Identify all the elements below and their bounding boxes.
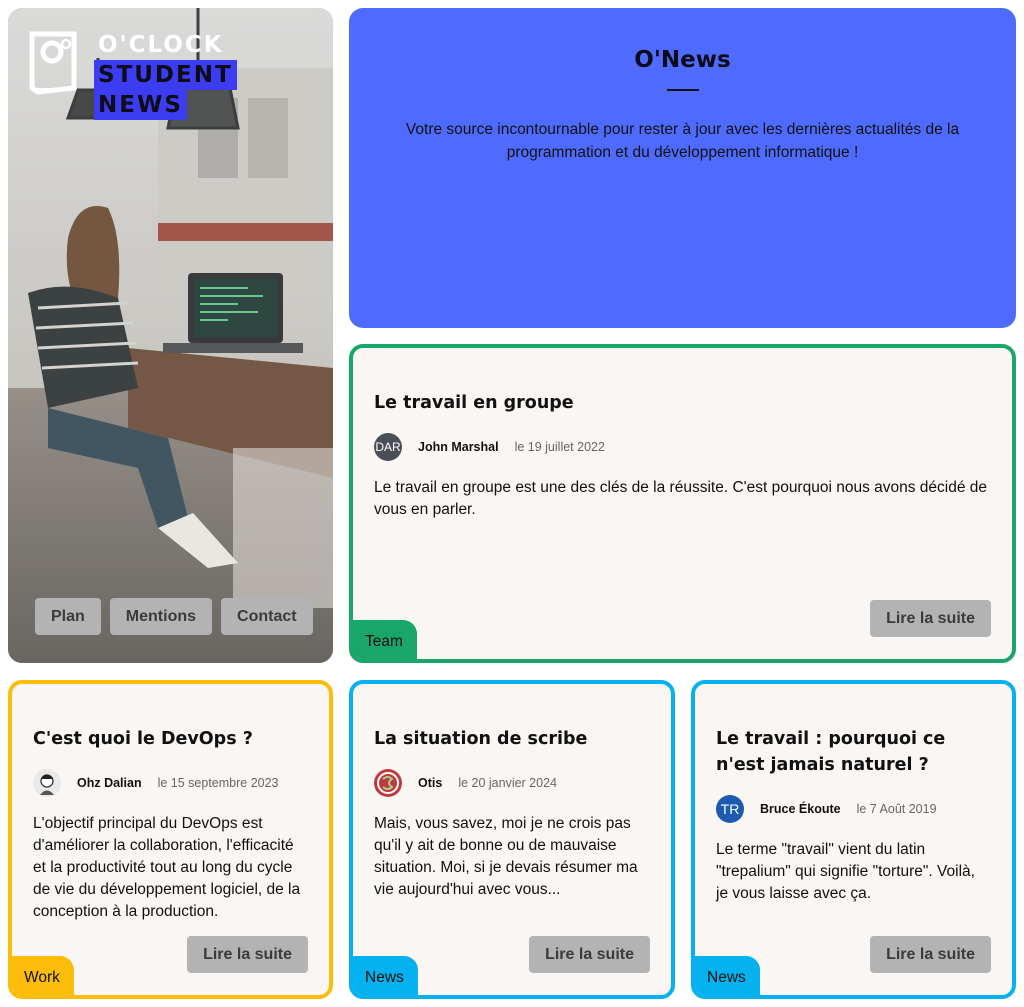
avatar-illustration-icon bbox=[377, 772, 399, 794]
main-nav: Plan Mentions Contact bbox=[35, 598, 313, 635]
article-title[interactable]: C'est quoi le DevOps ? bbox=[33, 726, 308, 752]
article-card: La situation de scribe Otis le 20 janvie… bbox=[349, 680, 675, 999]
title-divider bbox=[666, 89, 699, 91]
article-title[interactable]: La situation de scribe bbox=[374, 726, 650, 752]
oclock-logo-icon bbox=[29, 31, 77, 95]
article-title[interactable]: Le travail : pourquoi ce n'est jamais na… bbox=[716, 726, 991, 778]
read-more-button[interactable]: Lire la suite bbox=[187, 936, 308, 973]
category-tag[interactable]: Work bbox=[12, 956, 74, 995]
page-description: Votre source incontournable pour rester … bbox=[405, 121, 960, 161]
nav-mentions-button[interactable]: Mentions bbox=[109, 598, 213, 635]
author-avatar: TR bbox=[716, 795, 744, 823]
author-name[interactable]: Ohz Dalian bbox=[77, 776, 142, 790]
category-tag[interactable]: News bbox=[695, 956, 760, 995]
nav-contact-button[interactable]: Contact bbox=[221, 598, 313, 635]
read-more-button[interactable]: Lire la suite bbox=[870, 600, 991, 637]
category-tag[interactable]: News bbox=[353, 956, 418, 995]
article-excerpt: L'objectif principal du DevOps est d'amé… bbox=[33, 815, 301, 920]
intro-banner: O'News Votre source incontournable pour … bbox=[349, 8, 1016, 328]
author-avatar bbox=[374, 769, 402, 797]
logo-text-line: O'CLOCK bbox=[98, 32, 224, 58]
author-avatar bbox=[33, 769, 61, 797]
nav-plan-button[interactable]: Plan bbox=[35, 598, 101, 635]
article-excerpt: Le travail en groupe est une des clés de… bbox=[374, 479, 988, 518]
author-name[interactable]: Otis bbox=[418, 776, 442, 790]
category-tag[interactable]: Team bbox=[353, 620, 417, 659]
avatar-initials: DAR bbox=[375, 440, 401, 454]
article-date: le 20 janvier 2024 bbox=[458, 776, 557, 790]
article-date: le 19 juillet 2022 bbox=[514, 440, 605, 454]
article-card: C'est quoi le DevOps ? Ohz Dalian le 15 … bbox=[8, 680, 333, 999]
article-meta: DAR John Marshal le 19 juillet 2022 bbox=[374, 433, 605, 461]
article-card: Le travail en groupe DAR John Marshal le… bbox=[349, 344, 1016, 663]
logo-text-line: STUDENT bbox=[94, 60, 237, 90]
article-date: le 7 Août 2019 bbox=[856, 802, 937, 816]
article-meta: Ohz Dalian le 15 septembre 2023 bbox=[33, 769, 279, 797]
avatar-initials: TR bbox=[720, 801, 740, 817]
author-name[interactable]: John Marshal bbox=[418, 440, 499, 454]
author-avatar: DAR bbox=[374, 433, 402, 461]
article-excerpt: Mais, vous savez, moi je ne crois pas qu… bbox=[374, 815, 638, 898]
brand-logo[interactable]: O'CLOCK STUDENT NEWS bbox=[28, 30, 237, 120]
article-meta: Otis le 20 janvier 2024 bbox=[374, 769, 557, 797]
author-name[interactable]: Bruce Ékoute bbox=[760, 802, 841, 816]
article-date: le 15 septembre 2023 bbox=[157, 776, 279, 790]
page-title: O'News bbox=[634, 47, 731, 73]
read-more-button[interactable]: Lire la suite bbox=[870, 936, 991, 973]
article-meta: TR Bruce Ékoute le 7 Août 2019 bbox=[716, 795, 937, 823]
article-card: Le travail : pourquoi ce n'est jamais na… bbox=[691, 680, 1016, 999]
read-more-button[interactable]: Lire la suite bbox=[529, 936, 650, 973]
logo-text-line: NEWS bbox=[94, 90, 187, 120]
hero-panel: O'CLOCK STUDENT NEWS Plan Mentions Conta… bbox=[8, 8, 333, 663]
article-excerpt: Le terme "travail" vient du latin "trepa… bbox=[716, 841, 975, 902]
article-title[interactable]: Le travail en groupe bbox=[374, 390, 991, 416]
avatar-illustration-icon bbox=[40, 774, 54, 795]
